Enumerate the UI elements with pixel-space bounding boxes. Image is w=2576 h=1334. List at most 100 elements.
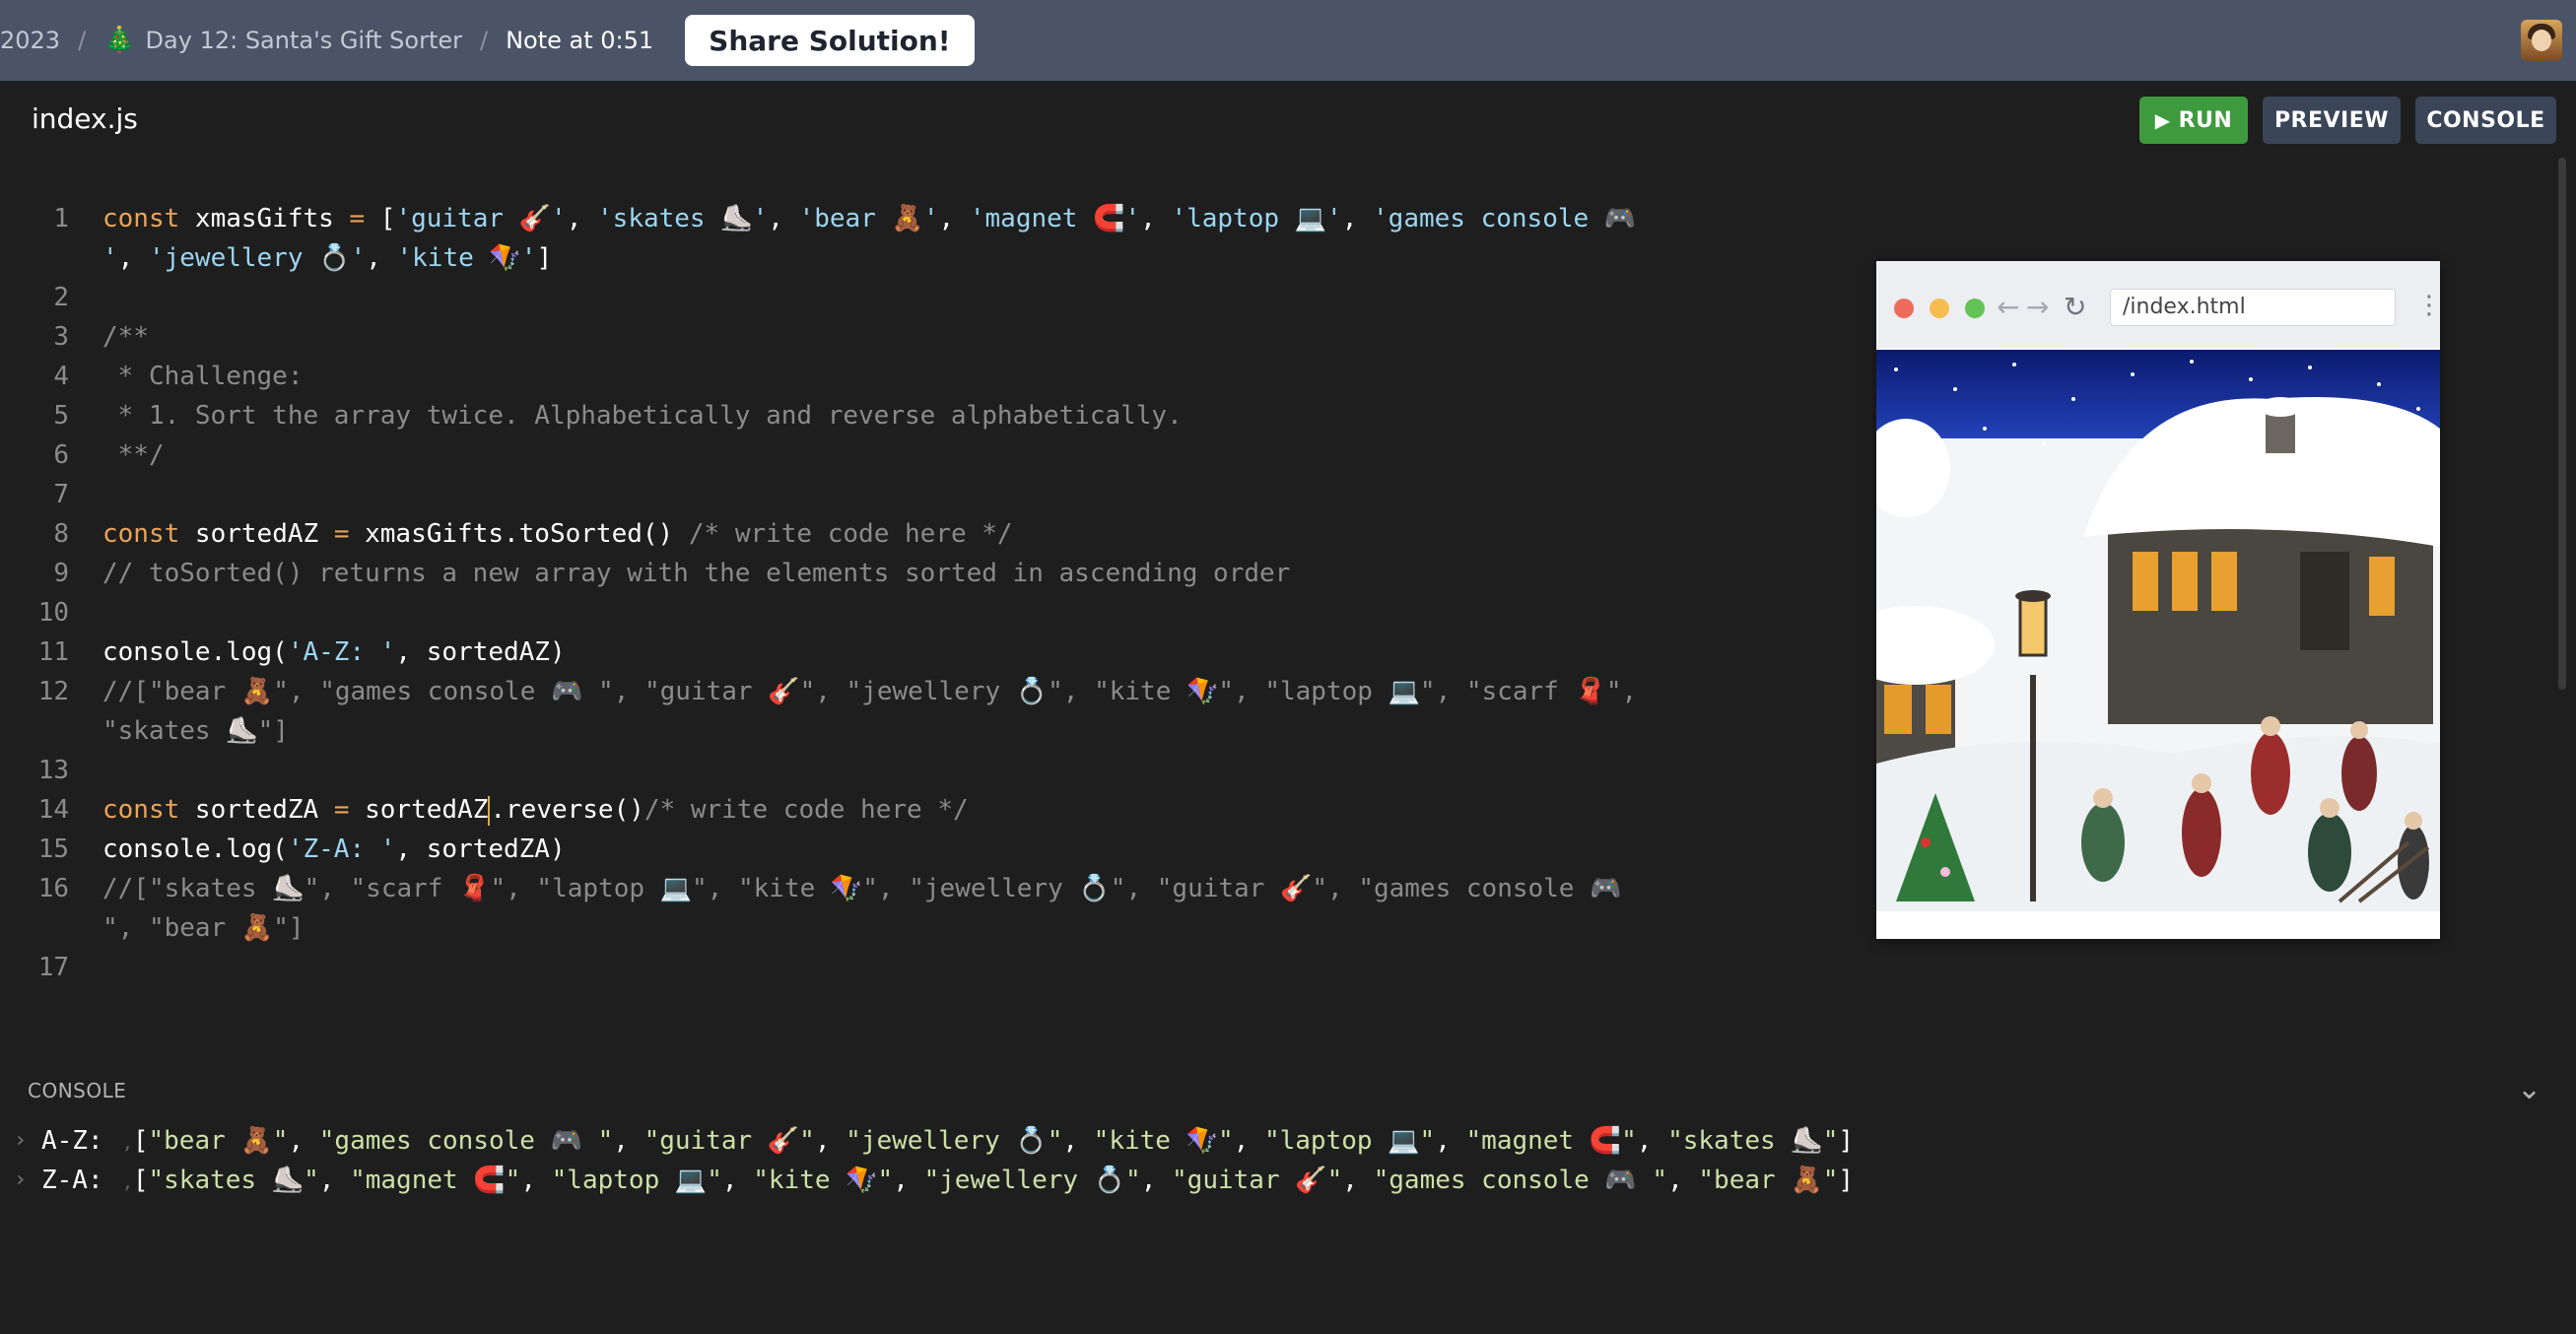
code-text: "skates ⛸️"] [102, 711, 289, 751]
code-token: ' [102, 243, 118, 273]
code-token: , [938, 204, 970, 233]
more-options-icon[interactable]: ⋮ [2416, 291, 2442, 320]
editor-scrollbar[interactable] [2558, 158, 2566, 690]
line-number: 4 [53, 362, 69, 391]
breadcrumb-note[interactable]: Note at 0:51 [506, 27, 653, 54]
code-token: //["bear 🧸", "games console 🎮 ", "guitar… [102, 677, 1638, 706]
code-token: const [102, 519, 195, 549]
console-array-item: "skates ⛸️" [148, 1166, 319, 1195]
code-token: [ [379, 204, 396, 233]
console-array-item: "magnet 🧲" [350, 1166, 521, 1195]
console-array-item: "guitar 🎸" [644, 1126, 815, 1156]
code-token: * Challenge: [102, 362, 304, 391]
breadcrumb-year[interactable]: 2023 [0, 27, 60, 54]
minimize-dot-icon [1930, 299, 1949, 318]
code-token: /* write code here */ [644, 795, 969, 825]
console-array-item: "kite 🪁" [1093, 1126, 1234, 1156]
code-token: ] [536, 243, 553, 273]
line-number: 15 [37, 834, 69, 864]
code-token: .reverse() [490, 795, 644, 825]
code-token: sortedAZ [365, 795, 489, 825]
code-token: const [102, 795, 195, 825]
console-line-label: A-Z: [41, 1126, 103, 1156]
code-token: 'Z-A: ' [287, 834, 396, 864]
line-number: 10 [37, 598, 69, 628]
code-token: 'guitar 🎸' [395, 204, 567, 233]
line-number: 14 [37, 795, 69, 825]
code-token: sortedAZ [194, 519, 334, 549]
line-number: 11 [37, 637, 69, 667]
code-token: console.log( [102, 834, 288, 864]
console-line-value: ,["skates ⛸️", "magnet 🧲", "laptop 💻", "… [122, 1166, 1855, 1195]
code-token: , sortedZA) [395, 834, 566, 864]
code-text: ", "bear 🧸"] [102, 908, 305, 948]
code-text: **/ [102, 435, 165, 475]
code-text: * 1. Sort the array twice. Alphabeticall… [102, 396, 1183, 435]
code-token: , [566, 204, 598, 233]
code-token: "skates ⛸️"] [102, 716, 289, 746]
code-token: 'laptop 💻' [1171, 204, 1342, 233]
line-number: 13 [37, 756, 69, 785]
line-number: 9 [53, 559, 69, 588]
winter-village-image [1876, 350, 2440, 911]
code-token: console.log( [102, 637, 288, 667]
run-button[interactable]: ▶ RUN [2139, 97, 2248, 144]
code-token: **/ [102, 440, 165, 470]
preview-browser-bar: ← → ↻ /index.html ⋮ [1876, 261, 2442, 348]
avatar-face [2532, 30, 2551, 51]
code-text: //["bear 🧸", "games console 🎮 ", "guitar… [102, 672, 1637, 711]
top-bar: 2023 / 🎄 Day 12: Santa's Gift Sorter / N… [0, 0, 2576, 81]
code-token: , [1341, 204, 1374, 233]
expand-caret-icon[interactable]: › [14, 1121, 27, 1161]
breadcrumb-day[interactable]: Day 12: Santa's Gift Sorter [146, 27, 462, 54]
console-line-value: ,["bear 🧸", "games console 🎮 ", "guitar … [122, 1126, 1855, 1156]
maximize-dot-icon [1965, 299, 1985, 318]
share-solution-button[interactable]: Share Solution! [685, 15, 975, 66]
avatar[interactable] [2521, 20, 2562, 61]
code-token: , [768, 204, 799, 233]
line-number: 2 [53, 283, 69, 312]
chevron-down-icon[interactable]: ⌄ [2517, 1072, 2542, 1106]
code-token: /** [102, 322, 149, 352]
code-text: console.log('Z-A: ', sortedZA) [102, 830, 566, 869]
console-array-item: "laptop 💻" [1263, 1126, 1436, 1156]
console-array-item: "games console 🎮 " [1373, 1166, 1668, 1195]
console-button[interactable]: CONSOLE [2415, 97, 2556, 144]
code-token: 'kite 🪁' [396, 243, 537, 273]
file-tab-name[interactable]: index.js [32, 102, 138, 135]
code-token: , [1140, 204, 1172, 233]
back-arrow-icon[interactable]: ← [1997, 291, 2019, 323]
code-text: const sortedAZ = xmasGifts.toSorted() /*… [102, 514, 1013, 554]
console-array-item: "games console 🎮 " [318, 1126, 614, 1156]
code-token: 'games console 🎮 [1373, 204, 1637, 233]
reload-icon[interactable]: ↻ [2064, 291, 2086, 323]
preview-url-field[interactable]: /index.html [2110, 289, 2396, 326]
christmas-tree-icon: 🎄 [103, 26, 136, 55]
console-panel-title: CONSOLE [28, 1079, 127, 1102]
code-token: xmasGifts [194, 204, 350, 233]
console-array-item: "skates ⛸️" [1667, 1126, 1839, 1156]
code-token: * 1. Sort the array twice. Alphabeticall… [102, 401, 1183, 431]
code-text: const xmasGifts = ['guitar 🎸', 'skates ⛸… [102, 199, 1636, 238]
line-number: 1 [53, 204, 69, 233]
expand-caret-icon[interactable]: › [14, 1161, 27, 1200]
preview-button[interactable]: PREVIEW [2263, 97, 2401, 144]
console-array-item: "jewellery 💍" [846, 1126, 1063, 1156]
console-array-item: "bear 🧸" [1698, 1166, 1839, 1195]
console-array-item: "guitar 🎸" [1172, 1166, 1343, 1195]
forward-arrow-icon[interactable]: → [2026, 291, 2049, 323]
code-text: ', 'jewellery 💍', 'kite 🪁'] [102, 238, 552, 278]
code-token: /* write code here */ [688, 519, 1013, 549]
code-text: * Challenge: [102, 357, 304, 396]
code-token: = [333, 795, 366, 825]
console-array-item: "jewellery 💍" [923, 1166, 1141, 1195]
code-token: = [349, 204, 380, 233]
line-number: 6 [53, 440, 69, 470]
line-number: 17 [37, 953, 69, 982]
code-token: 'magnet 🧲' [969, 204, 1141, 233]
code-token: const [102, 204, 195, 233]
console-array-item: "laptop 💻" [551, 1166, 722, 1195]
breadcrumb-separator: / [479, 27, 489, 54]
console-array-item: "kite 🪁" [753, 1166, 894, 1195]
code-token: ", "bear 🧸"] [102, 913, 305, 943]
